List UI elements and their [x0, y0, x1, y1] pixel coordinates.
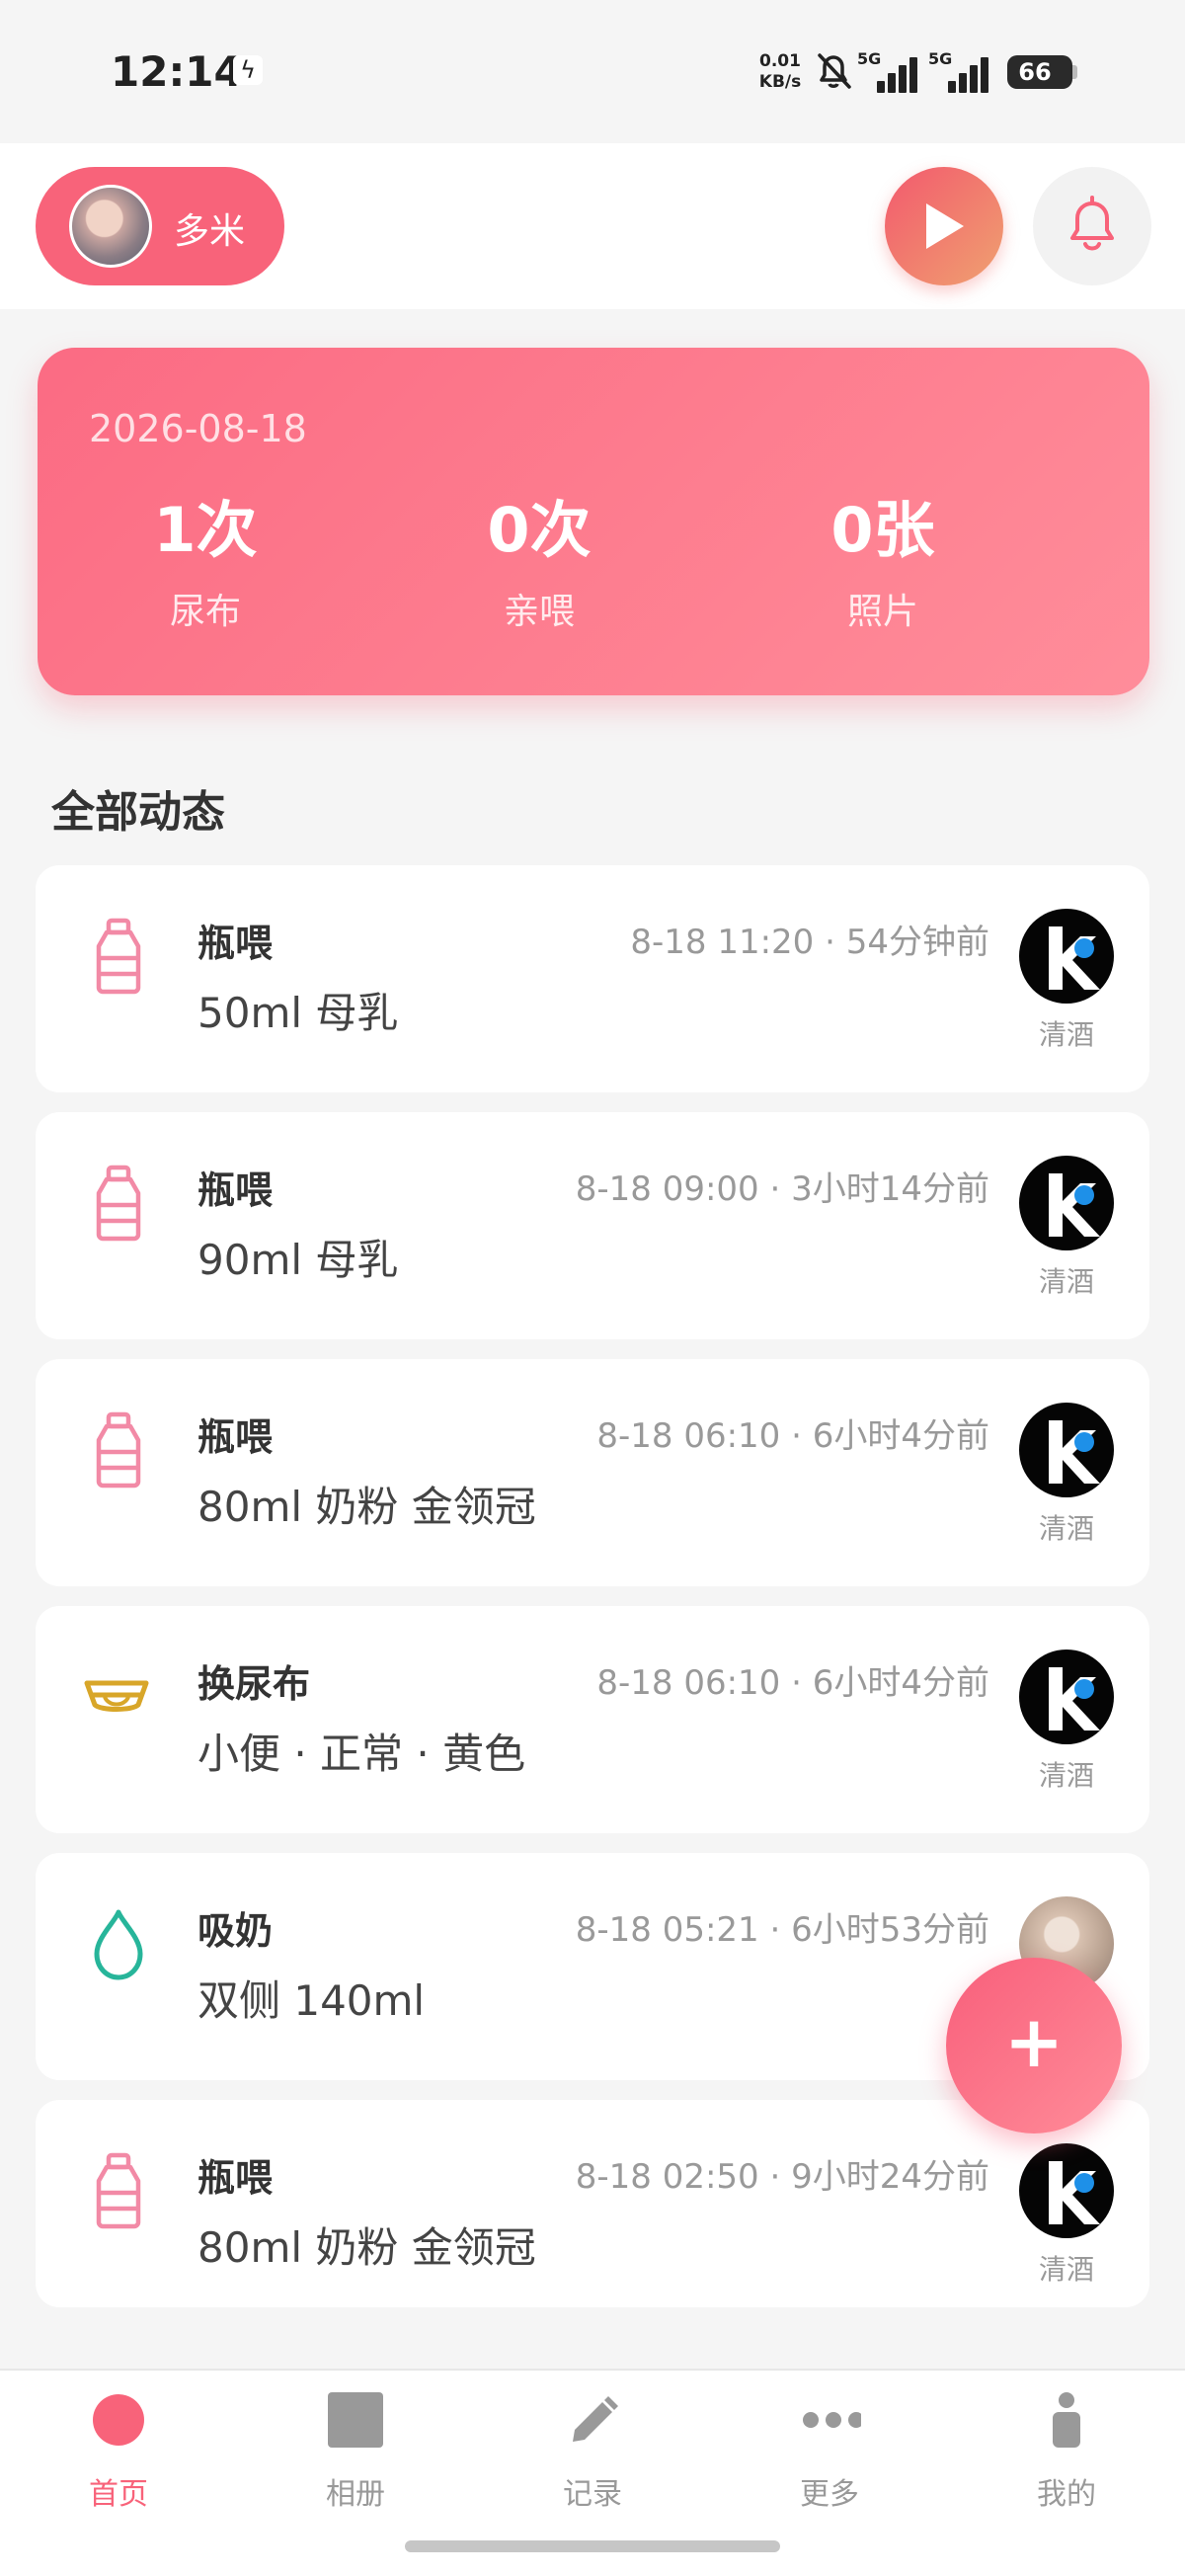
tab-more[interactable]: 更多	[711, 2392, 948, 2512]
feed-title: 瓶喂	[198, 2156, 274, 2200]
feed-time: 8-18 02:50 · 9小时24分前	[575, 2157, 989, 2197]
signal-icon-1: 5G	[857, 49, 918, 93]
feed-detail: 80ml 奶粉 金领冠	[198, 1483, 536, 1531]
battery-level: 66	[1018, 58, 1052, 86]
stat-breastfeed: 0次 亲喂	[371, 496, 707, 634]
feed-item[interactable]: 瓶喂 8-18 06:10 · 6小时4分前 80ml 奶粉 金领冠 清酒	[36, 1359, 1149, 1586]
feed-title: 瓶喂	[198, 922, 274, 965]
person-icon	[1053, 2392, 1080, 2448]
user-avatar	[1019, 1650, 1114, 1744]
diaper-icon	[84, 1680, 149, 1712]
battery-icon: 66	[1007, 55, 1072, 89]
summary-date: 2026-08-18	[89, 407, 307, 450]
play-button[interactable]	[885, 167, 1003, 285]
stat-label: 亲喂	[503, 592, 575, 632]
feed-title: 吸奶	[198, 1909, 274, 1953]
tab-record[interactable]: 记录	[474, 2392, 711, 2512]
feed-title: 瓶喂	[198, 1415, 274, 1459]
stat-photos: 0张 照片	[715, 496, 1051, 634]
tab-home[interactable]: 首页	[0, 2392, 237, 2512]
app-header: 多米	[0, 143, 1185, 309]
feed-time: 8-18 05:21 · 6小时53分前	[575, 1910, 989, 1950]
baby-switcher[interactable]: 多米	[36, 167, 284, 285]
feed-user: 清酒	[1038, 1759, 1094, 1792]
flash-icon: ϟ	[233, 55, 263, 85]
feed-item[interactable]: 瓶喂 8-18 09:00 · 3小时14分前 90ml 母乳 清酒	[36, 1112, 1149, 1339]
feed-time: 8-18 09:00 · 3小时14分前	[575, 1169, 989, 1209]
feed-user: 清酒	[1038, 1512, 1094, 1545]
drop-icon	[94, 1909, 143, 1980]
user-avatar	[1019, 909, 1114, 1004]
network-speed: 0.01 KB/s	[752, 51, 808, 93]
feed-item[interactable]: 换尿布 8-18 06:10 · 6小时4分前 小便 · 正常 · 黄色 清酒	[36, 1606, 1149, 1833]
notification-button[interactable]	[1033, 167, 1151, 285]
home-dot-icon	[93, 2394, 144, 2446]
speed-value: 0.01	[759, 51, 801, 71]
stat-value: 1次	[153, 494, 258, 566]
section-title: 全部动态	[51, 787, 225, 838]
tab-label: 记录	[563, 2477, 622, 2512]
daily-summary-card[interactable]: 2026-08-18 1次 尿布 0次 亲喂 0张 照片	[38, 348, 1149, 695]
bottle-icon	[96, 2152, 141, 2229]
plus-icon: +	[1003, 2000, 1065, 2083]
feed-title: 瓶喂	[198, 1168, 274, 1212]
baby-name: 多米	[174, 211, 246, 252]
home-indicator[interactable]	[405, 2540, 780, 2552]
user-avatar	[1019, 1403, 1114, 1497]
add-record-button[interactable]: +	[946, 1958, 1122, 2133]
feed-detail: 双侧 140ml	[198, 1976, 426, 2025]
feed-user: 清酒	[1038, 1265, 1094, 1298]
app-screen: 12:14 ϟ 0.01 KB/s 5G 5G 66 多米 2026-08-18…	[0, 0, 1185, 2576]
signal-icon-2: 5G	[928, 49, 989, 93]
tab-label: 相册	[326, 2477, 385, 2512]
user-avatar	[1019, 2143, 1114, 2238]
feed-user: 清酒	[1038, 2253, 1094, 2286]
feed-time: 8-18 06:10 · 6小时4分前	[596, 1416, 989, 1456]
feed-title: 换尿布	[198, 1662, 311, 1706]
more-dots-icon	[803, 2412, 861, 2428]
mute-bell-icon	[818, 53, 851, 89]
stat-value: 0次	[487, 494, 592, 566]
feed-time: 8-18 11:20 · 54分钟前	[630, 923, 989, 962]
feed-item[interactable]: 瓶喂 8-18 11:20 · 54分钟前 50ml 母乳 清酒	[36, 865, 1149, 1092]
user-avatar	[1019, 1156, 1114, 1250]
tab-album[interactable]: 相册	[237, 2392, 474, 2512]
stat-diaper: 1次 尿布	[38, 496, 373, 634]
status-bar: 12:14 ϟ 0.01 KB/s 5G 5G 66	[0, 0, 1185, 143]
speed-unit: KB/s	[758, 72, 802, 92]
network-type-1: 5G	[857, 49, 882, 68]
feed-detail: 90ml 母乳	[198, 1236, 399, 1284]
stat-label: 照片	[846, 592, 918, 632]
feed-time: 8-18 06:10 · 6小时4分前	[596, 1663, 989, 1703]
feed-detail: 50ml 母乳	[198, 989, 399, 1037]
feed-user: 清酒	[1038, 1018, 1094, 1051]
stat-value: 0张	[830, 494, 935, 566]
stat-label: 尿布	[169, 592, 241, 632]
baby-avatar	[69, 185, 152, 268]
tab-profile[interactable]: 我的	[948, 2392, 1185, 2512]
bottle-icon	[96, 1411, 141, 1489]
status-time: 12:14	[111, 47, 243, 96]
feed-detail: 80ml 奶粉 金领冠	[198, 2223, 536, 2272]
network-type-2: 5G	[928, 49, 953, 68]
tab-label: 更多	[800, 2477, 859, 2512]
bottle-icon	[96, 1165, 141, 1242]
bottle-icon	[96, 918, 141, 995]
tab-label: 首页	[89, 2477, 148, 2512]
tab-label: 我的	[1037, 2477, 1096, 2512]
play-icon	[926, 203, 964, 249]
pencil-icon	[573, 2396, 618, 2442]
album-icon	[328, 2392, 383, 2448]
bell-icon	[1070, 196, 1114, 251]
feed-detail: 小便 · 正常 · 黄色	[198, 1730, 526, 1778]
